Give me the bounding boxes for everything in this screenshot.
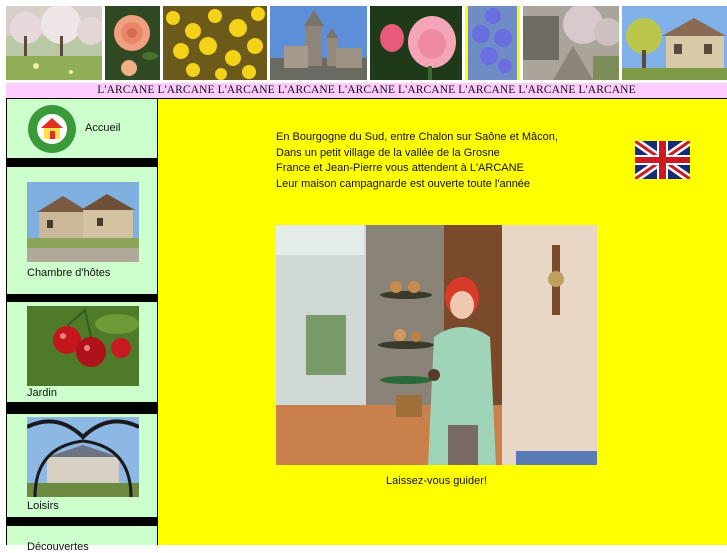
sidebar-item-label: Loisirs [27, 500, 59, 512]
forsythia-photo [163, 6, 267, 80]
jardin-thumbnail [27, 306, 139, 386]
sidebar-item-chambre-d-hotes[interactable]: Chambre d'hôtes [7, 167, 157, 294]
sidebar-item-jardin[interactable]: Jardin [7, 302, 157, 402]
loisirs-thumbnail [27, 417, 139, 497]
house-photo [622, 6, 727, 80]
sidebar-item-label: Chambre d'hôtes [27, 267, 111, 279]
photo-caption: Laissez-vous guider! [386, 475, 487, 487]
gites-de-france-logo [27, 104, 77, 154]
sidebar-item-accueil[interactable]: Accueil [7, 99, 157, 158]
sidebar-item-loisirs[interactable]: Loisirs [7, 414, 157, 517]
chambre-thumbnail [27, 182, 139, 262]
sidebar-item-decouvertes[interactable]: Découvertes [7, 526, 157, 553]
sidebar-item-label: Jardin [27, 387, 57, 399]
sidebar-item-label: Accueil [85, 122, 121, 134]
abbey-photo [270, 6, 367, 80]
sidebar-item-label: Découvertes [27, 541, 89, 553]
english-flag-icon[interactable] [632, 137, 693, 183]
intro-line: En Bourgogne du Sud, entre Chalon sur Sa… [276, 131, 558, 143]
orchard-photo [6, 6, 102, 80]
tulip-photo [370, 6, 462, 80]
hostess-photo [276, 225, 597, 465]
intro-line: Leur maison campagnarde est ouverte tout… [276, 177, 531, 190]
sidebar-nav: Accueil Chambre d'hôtes Jardin Loisirs D… [6, 98, 158, 553]
intro-line: Dans un petit village de la vallée de la… [276, 146, 500, 159]
rose-photo [105, 6, 160, 80]
intro-text: En Bourgogne du Sud, entre Chalon sur Sa… [276, 130, 558, 192]
bluebell-photo [465, 6, 520, 80]
main-content: En Bourgogne du Sud, entre Chalon sur Sa… [158, 98, 727, 545]
village-lane-photo [523, 6, 619, 80]
photo-banner [6, 6, 727, 80]
arcane-ribbon: L'ARCANE L'ARCANE L'ARCANE L'ARCANE L'AR… [6, 82, 727, 98]
intro-line: France et Jean-Pierre vous attendent à L… [276, 162, 524, 174]
